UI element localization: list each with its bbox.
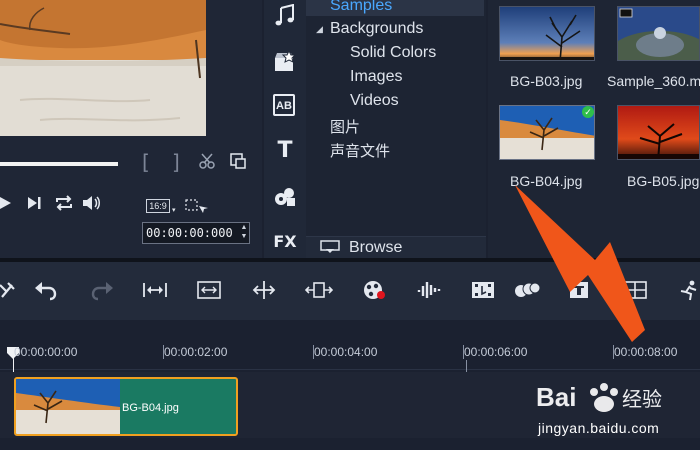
library-category-rail: AB T FX (264, 0, 306, 258)
tree-item-solid-colors[interactable]: Solid Colors (350, 44, 436, 62)
transition-icon[interactable]: AB (273, 94, 295, 116)
music-icon[interactable] (273, 3, 297, 28)
svg-text:经验: 经验 (622, 387, 662, 411)
browse-icon (320, 239, 340, 255)
selected-check-icon: ✓ (582, 106, 594, 118)
next-frame-icon[interactable] (27, 196, 43, 210)
auto-music-icon[interactable] (470, 279, 496, 301)
volume-icon[interactable] (82, 195, 102, 211)
preview-image (0, 0, 206, 136)
watermark-url: jingyan.baidu.com (538, 420, 660, 436)
chevron-down-icon[interactable]: ▾ (172, 206, 176, 214)
move-track-icon[interactable] (304, 279, 334, 301)
tree-item-samples[interactable]: Samples (330, 0, 392, 15)
ruler-label: 00:00:04:00 (314, 345, 378, 359)
snapshot-icon[interactable] (229, 152, 247, 170)
annotation-arrow (515, 185, 645, 342)
time-remapping-icon[interactable] (678, 279, 700, 301)
redo-icon[interactable] (88, 279, 114, 301)
thumbnail-label: BG-B03.jpg (510, 73, 583, 89)
graphics-icon[interactable] (273, 184, 297, 208)
aspect-ratio-button[interactable]: 16:9 (146, 199, 170, 213)
tree-item-images[interactable]: Images (350, 68, 402, 86)
browse-label: Browse (349, 239, 403, 256)
cut-icon[interactable] (198, 152, 216, 170)
ruler-label: 00:00:02:00 (164, 345, 228, 359)
mark-in-icon[interactable]: [ (142, 150, 150, 174)
sound-mixer-icon[interactable] (416, 279, 442, 301)
thumbnail-bg-b03[interactable] (499, 6, 595, 61)
collapse-triangle-icon[interactable]: ◢ (316, 24, 323, 35)
tools-icon[interactable] (0, 279, 26, 301)
undo-icon[interactable] (34, 279, 60, 301)
repeat-icon[interactable] (54, 195, 74, 211)
timecode-field[interactable]: 00:00:00:000 (142, 222, 250, 244)
clip-label: BG-B04.jpg (122, 402, 179, 414)
tree-item-audio-cn[interactable]: 声音文件 (330, 140, 390, 161)
tree-item-videos[interactable]: Videos (350, 92, 399, 110)
svg-text:Bai: Bai (536, 382, 576, 412)
thumbnail-label: Sample_360.m (607, 73, 700, 89)
split-icon[interactable] (251, 279, 277, 301)
thumbnail-bg-b04[interactable] (499, 105, 595, 160)
instant-project-icon[interactable] (273, 49, 297, 74)
tree-item-images-cn[interactable]: 图片 (330, 116, 360, 137)
filter-fx-icon[interactable]: FX (273, 230, 297, 254)
play-icon[interactable] (0, 195, 14, 211)
crop-icon[interactable] (185, 199, 211, 215)
thumbnail-sample-360[interactable] (617, 6, 700, 61)
fit-project-icon[interactable] (142, 279, 168, 301)
record-capture-icon[interactable] (362, 279, 388, 301)
fit-window-icon[interactable] (196, 279, 222, 301)
preview-panel: [ ] 16:9 ▾ 00:00:00:000 ▲ ▼ (0, 0, 262, 258)
timecode-spinner[interactable]: ▲ ▼ (238, 223, 250, 243)
tree-item-backgrounds[interactable]: Backgrounds (330, 20, 423, 38)
ruler-label: 00:00:00:00 (14, 345, 78, 359)
baidu-watermark-logo: Bai 经验 (536, 382, 662, 412)
title-icon[interactable]: T (273, 139, 297, 163)
thumbnail-bg-b05[interactable] (617, 105, 700, 160)
mark-out-icon[interactable]: ] (172, 150, 180, 174)
scrub-bar[interactable] (0, 162, 118, 166)
